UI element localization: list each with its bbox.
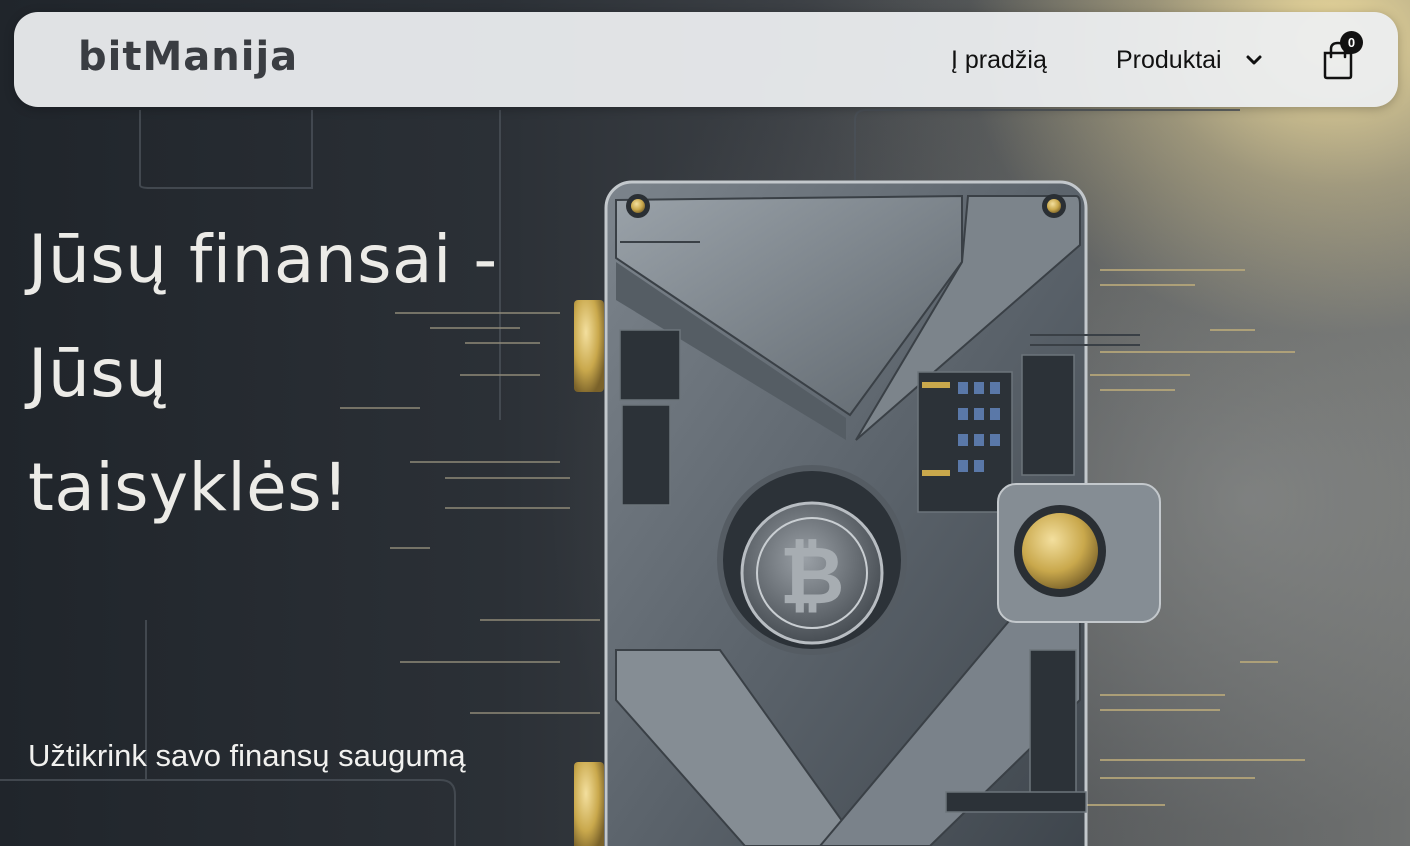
hero-subtitle: Užtikrink savo finansų saugumą [28,738,466,773]
brand-logo[interactable]: bitManija [76,32,326,82]
top-navbar: bitManija Į pradžią Produktai 0 [14,12,1398,107]
nav-link-home[interactable]: Į pradžią [951,45,1047,75]
svg-text:bitManija: bitManija [78,34,298,80]
cart-count-badge: 0 [1340,31,1363,54]
nav-link-products[interactable]: Produktai [1116,45,1222,75]
hero-title: Jūsų finansai - Jūsų taisyklės! [28,221,498,526]
svg-text:₿: ₿ [779,529,844,622]
chevron-down-icon[interactable] [1244,50,1264,70]
